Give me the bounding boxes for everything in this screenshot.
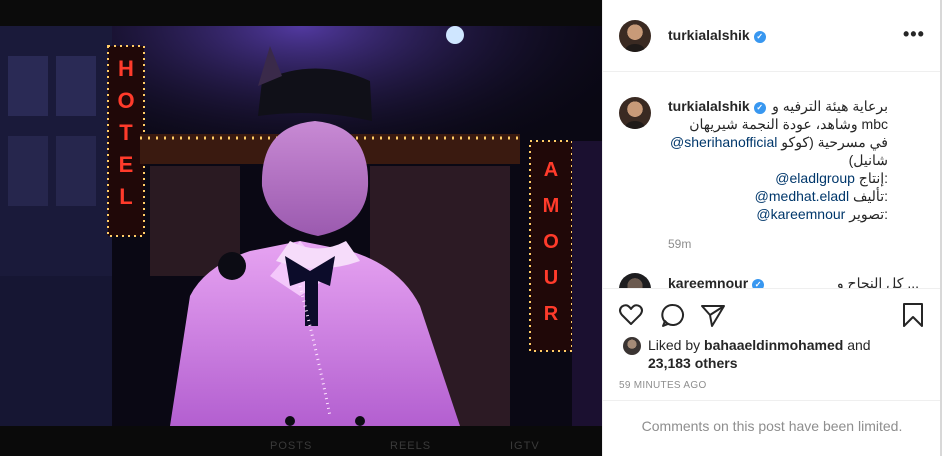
svg-text:E: E (119, 152, 134, 177)
post-header: turkialalshik ✓ ••• (603, 0, 941, 72)
more-options-icon[interactable]: ••• (903, 24, 925, 45)
liker-username[interactable]: bahaaeldinmohamed (704, 337, 843, 353)
svg-text:L: L (119, 184, 132, 209)
post-actions: Liked by bahaaeldinmohamed and 23,183 ot… (603, 288, 941, 400)
tab-posts: POSTS (270, 440, 313, 452)
tab-igtv: IGTV (510, 440, 540, 452)
hotel-sign: H (118, 56, 134, 81)
mention-eladlgroup[interactable]: @eladlgroup (775, 170, 855, 186)
caption-line-7: :تصوير @kareemnour (756, 206, 888, 222)
likes-others-link[interactable]: 23,183 others (648, 354, 738, 372)
comments-limited-notice: Comments on this post have been limited. (603, 400, 941, 456)
caption-avatar[interactable] (619, 97, 651, 129)
save-bookmark-icon[interactable] (899, 301, 927, 329)
post-time-ago[interactable]: 59 MINUTES AGO (619, 380, 707, 391)
caption-line-1: برعاية هيئة الترفيه و turkialalshik ✓ (668, 97, 888, 115)
liker-avatar[interactable] (623, 337, 641, 355)
caption-line-3: في مسرحية (كوكو @sherihanofficial (670, 134, 888, 150)
mention-medhat-eladl[interactable]: @medhat.eladl (755, 188, 849, 204)
commenter-avatar[interactable] (619, 273, 651, 288)
stage-scene: H O T E L A M O U R (0, 26, 602, 426)
mention-kareemnour[interactable]: @kareemnour (756, 206, 845, 222)
svg-text:T: T (119, 120, 133, 145)
share-paper-plane-icon[interactable] (699, 301, 727, 329)
svg-text:O: O (543, 231, 559, 253)
comment-bubble-icon[interactable] (659, 301, 687, 329)
caption-line-6: :تأليف @medhat.eladl (754, 188, 888, 204)
commenter-username[interactable]: kareemnour ✓ (668, 275, 765, 288)
caption-username[interactable]: turkialalshik ✓ (668, 97, 766, 115)
comment-item: kareemnour✓ ... كل النجاح و التوفيق (619, 273, 919, 288)
author-avatar[interactable] (619, 20, 651, 52)
caption-timestamp[interactable]: 59m (668, 237, 691, 251)
profile-tabs-strip: POSTS REELS IGTV (0, 426, 602, 456)
verified-badge-icon: ✓ (753, 102, 766, 114)
caption-text: برعاية هيئة الترفيه و turkialalshik ✓ mbc… (668, 97, 888, 223)
verified-badge-icon: ✓ (753, 31, 766, 43)
like-heart-icon[interactable] (617, 301, 645, 329)
post-photo[interactable]: H O T E L A M O U R (0, 26, 602, 426)
post-side-panel: turkialalshik ✓ ••• برعاية هيئة الترفيه و… (602, 0, 941, 456)
tab-reels: REELS (390, 440, 432, 452)
comment-text: ... كل النجاح و التوفيق (836, 275, 919, 288)
caption-line-2: mbc وشاهد، عودة النجمة شيريهان (689, 116, 888, 132)
verified-badge-icon: ✓ (752, 279, 765, 288)
mention-sherihanofficial[interactable]: @sherihanofficial (670, 134, 777, 150)
amour-sign: A (544, 159, 558, 181)
caption-line-5: :إنتاج @eladlgroup (775, 170, 888, 186)
svg-text:M: M (543, 195, 560, 217)
author-username[interactable]: turkialalshik ✓ (668, 27, 766, 43)
svg-text:U: U (544, 267, 558, 289)
svg-text:O: O (117, 88, 134, 113)
svg-text:R: R (544, 303, 559, 325)
post-caption: برعاية هيئة الترفيه و turkialalshik ✓ mbc… (603, 73, 941, 288)
caption-line-4: شانيل) (848, 152, 888, 168)
